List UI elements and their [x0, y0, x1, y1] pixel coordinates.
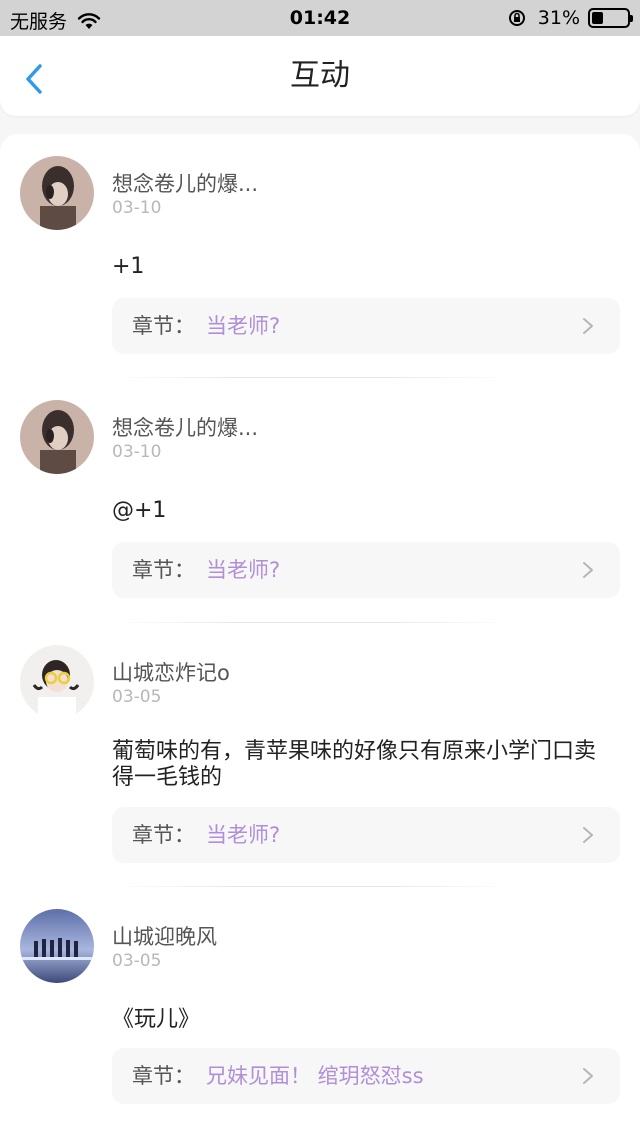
chapter-prefix: 章节： — [132, 823, 195, 847]
status-right: 31% — [508, 7, 633, 29]
divider — [112, 622, 512, 623]
chapter-link[interactable]: 章节： 当老师? — [112, 542, 620, 598]
battery-icon — [588, 8, 633, 28]
chapter-title: 兄妹见面！ 绾玥怒怼ss — [206, 1064, 424, 1088]
comment-feed: 想念卷儿的爆... 03-10 +1 章节： 当老师? 想念卷儿的爆... 03… — [0, 134, 640, 1144]
avatar[interactable] — [20, 909, 94, 983]
username[interactable]: 山城迎晚风 — [112, 921, 217, 951]
chapter-link[interactable]: 章节： 当老师? — [112, 298, 620, 354]
chevron-right-icon — [583, 318, 593, 334]
nav-header: 互动 — [0, 36, 640, 116]
avatar[interactable] — [20, 645, 94, 719]
avatar-image — [20, 909, 94, 983]
divider — [112, 886, 512, 887]
status-bar: 无服务 01:42 31% — [0, 0, 640, 36]
comment-date: 03-10 — [112, 442, 162, 462]
battery-percent: 31% — [537, 7, 580, 29]
comment-text: +1 — [112, 254, 145, 279]
battery-fill — [592, 12, 603, 24]
username[interactable]: 想念卷儿的爆... — [112, 168, 258, 198]
comment-text: 《玩儿》 — [112, 1007, 201, 1032]
chapter-prefix: 章节： — [132, 558, 195, 582]
avatar-image — [20, 156, 94, 230]
chapter-title: 当老师? — [206, 823, 281, 847]
chevron-right-icon — [583, 1068, 593, 1084]
comment-text: @+1 — [112, 498, 167, 523]
chapter-link[interactable]: 章节： 兄妹见面！ 绾玥怒怼ss — [112, 1048, 620, 1104]
chapter-link[interactable]: 章节： 当老师? — [112, 807, 620, 863]
divider — [112, 377, 512, 378]
comment-date: 03-05 — [112, 687, 162, 707]
avatar-image — [20, 645, 94, 719]
page-title: 互动 — [290, 58, 350, 93]
username[interactable]: 想念卷儿的爆... — [112, 412, 258, 442]
chevron-right-icon — [583, 562, 593, 578]
comment-date: 03-05 — [112, 951, 162, 971]
chapter-title: 当老师? — [206, 314, 281, 338]
avatar[interactable] — [20, 156, 94, 230]
comment-text: 葡萄味的有，青苹果味的好像只有原来小学门口卖得一毛钱的 — [112, 739, 597, 790]
comment-date: 03-10 — [112, 198, 162, 218]
avatar[interactable] — [20, 400, 94, 474]
username[interactable]: 山城恋炸记o — [112, 657, 230, 687]
avatar-image — [20, 400, 94, 474]
chapter-prefix: 章节： — [132, 314, 195, 338]
chapter-prefix: 章节： — [132, 1064, 195, 1088]
chapter-title: 当老师? — [206, 558, 281, 582]
chevron-right-icon — [583, 827, 593, 843]
rotation-lock-icon — [508, 10, 525, 26]
